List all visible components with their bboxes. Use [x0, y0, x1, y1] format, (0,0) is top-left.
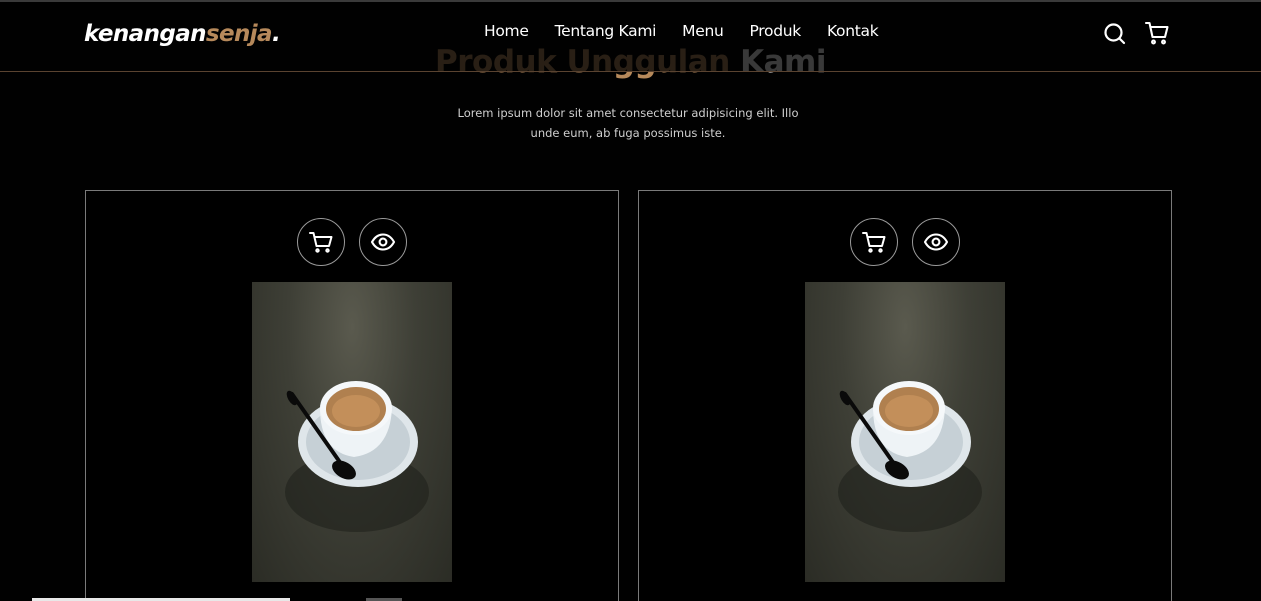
nav-link-kontak[interactable]: Kontak — [827, 22, 879, 40]
product-card — [85, 190, 619, 601]
nav-link-tentang-kami[interactable]: Tentang Kami — [555, 22, 657, 40]
section-description: Lorem ipsum dolor sit amet consectetur a… — [457, 106, 799, 140]
cart-icon — [862, 232, 886, 253]
product-card — [638, 190, 1172, 601]
product-image — [252, 282, 452, 582]
nav-icons — [1102, 20, 1170, 46]
view-product-button[interactable] — [359, 218, 407, 266]
cart-icon — [309, 232, 333, 253]
nav-link-menu[interactable]: Menu — [682, 22, 724, 40]
product-card-actions — [297, 218, 407, 266]
add-to-cart-button[interactable] — [850, 218, 898, 266]
add-to-cart-button[interactable] — [297, 218, 345, 266]
search-icon[interactable] — [1102, 20, 1128, 46]
nav-link-produk[interactable]: Produk — [750, 22, 802, 40]
nav-links: Home Tentang Kami Menu Produk Kontak — [484, 22, 904, 40]
nav-link-home[interactable]: Home — [484, 22, 529, 40]
cart-icon[interactable] — [1144, 20, 1170, 46]
product-card-actions — [850, 218, 960, 266]
navbar: kenangansenja. Home Tentang Kami Menu Pr… — [0, 2, 1261, 72]
view-product-button[interactable] — [912, 218, 960, 266]
eye-icon — [923, 233, 949, 251]
brand-logo[interactable]: kenangansenja. — [84, 21, 281, 47]
brand-part-2: senja — [205, 21, 273, 47]
brand-part-1: kenangan — [84, 21, 207, 47]
eye-icon — [370, 233, 396, 251]
product-image — [805, 282, 1005, 582]
brand-part-3: . — [271, 21, 281, 47]
